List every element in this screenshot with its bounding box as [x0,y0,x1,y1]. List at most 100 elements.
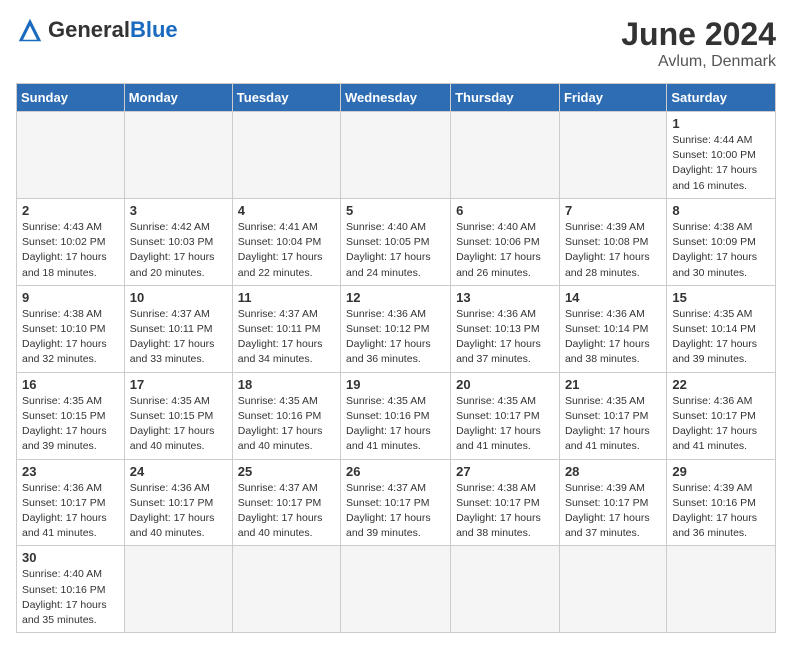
calendar-cell: 27 Sunrise: 4:38 AM Sunset: 10:17 PM Dayl… [451,459,560,546]
calendar-week-row: 30 Sunrise: 4:40 AM Sunset: 10:16 PM Dayl… [17,546,776,633]
day-info: Sunrise: 4:36 AM Sunset: 10:12 PM Daylig… [346,307,445,368]
day-info: Sunrise: 4:38 AM Sunset: 10:09 PM Daylig… [672,220,770,281]
day-info: Sunrise: 4:41 AM Sunset: 10:04 PM Daylig… [238,220,335,281]
calendar-cell: 10 Sunrise: 4:37 AM Sunset: 10:11 PM Dayl… [124,285,232,372]
day-number: 8 [672,203,770,218]
day-number: 27 [456,464,554,479]
day-info: Sunrise: 4:36 AM Sunset: 10:17 PM Daylig… [130,481,227,542]
header-monday: Monday [124,84,232,112]
day-number: 13 [456,290,554,305]
calendar-cell: 28 Sunrise: 4:39 AM Sunset: 10:17 PM Dayl… [559,459,666,546]
day-number: 23 [22,464,119,479]
day-number: 16 [22,377,119,392]
day-number: 3 [130,203,227,218]
day-info: Sunrise: 4:37 AM Sunset: 10:17 PM Daylig… [238,481,335,542]
calendar-cell: 4 Sunrise: 4:41 AM Sunset: 10:04 PM Dayli… [232,198,340,285]
header-thursday: Thursday [451,84,560,112]
calendar-cell: 14Sunrise: 4:36 AM Sunset: 10:14 PM Dayl… [559,285,666,372]
month-title: June 2024 [621,16,776,53]
calendar-cell [451,112,560,199]
day-info: Sunrise: 4:36 AM Sunset: 10:17 PM Daylig… [672,394,770,455]
day-number: 21 [565,377,661,392]
day-number: 1 [672,116,770,131]
calendar-cell: 12 Sunrise: 4:36 AM Sunset: 10:12 PM Dayl… [341,285,451,372]
calendar-week-row: 1 Sunrise: 4:44 AM Sunset: 10:00 PM Dayli… [17,112,776,199]
header-saturday: Saturday [667,84,776,112]
day-info: Sunrise: 4:42 AM Sunset: 10:03 PM Daylig… [130,220,227,281]
calendar-cell [451,546,560,633]
day-number: 5 [346,203,445,218]
day-number: 10 [130,290,227,305]
day-info: Sunrise: 4:36 AM Sunset: 10:13 PM Daylig… [456,307,554,368]
calendar-cell: 16 Sunrise: 4:35 AM Sunset: 10:15 PM Dayl… [17,372,125,459]
calendar-cell: 15 Sunrise: 4:35 AM Sunset: 10:14 PM Dayl… [667,285,776,372]
day-number: 14 [565,290,661,305]
day-number: 24 [130,464,227,479]
day-info: Sunrise: 4:40 AM Sunset: 10:16 PM Daylig… [22,567,119,628]
calendar-cell: 1 Sunrise: 4:44 AM Sunset: 10:00 PM Dayli… [667,112,776,199]
day-info: Sunrise: 4:43 AM Sunset: 10:02 PM Daylig… [22,220,119,281]
day-info: Sunrise: 4:40 AM Sunset: 10:05 PM Daylig… [346,220,445,281]
calendar-week-row: 2Sunrise: 4:43 AM Sunset: 10:02 PM Dayli… [17,198,776,285]
day-info: Sunrise: 4:35 AM Sunset: 10:15 PM Daylig… [22,394,119,455]
day-info: Sunrise: 4:35 AM Sunset: 10:16 PM Daylig… [238,394,335,455]
calendar-cell: 30 Sunrise: 4:40 AM Sunset: 10:16 PM Dayl… [17,546,125,633]
day-info: Sunrise: 4:35 AM Sunset: 10:14 PM Daylig… [672,307,770,368]
calendar-cell [667,546,776,633]
calendar-week-row: 9Sunrise: 4:38 AM Sunset: 10:10 PM Dayli… [17,285,776,372]
calendar-cell [124,546,232,633]
day-number: 19 [346,377,445,392]
day-number: 12 [346,290,445,305]
calendar-cell: 29Sunrise: 4:39 AM Sunset: 10:16 PM Dayl… [667,459,776,546]
calendar-cell: 25Sunrise: 4:37 AM Sunset: 10:17 PM Dayl… [232,459,340,546]
day-number: 17 [130,377,227,392]
calendar-week-row: 23 Sunrise: 4:36 AM Sunset: 10:17 PM Dayl… [17,459,776,546]
day-number: 28 [565,464,661,479]
day-number: 7 [565,203,661,218]
day-info: Sunrise: 4:44 AM Sunset: 10:00 PM Daylig… [672,133,770,194]
calendar-cell: 20Sunrise: 4:35 AM Sunset: 10:17 PM Dayl… [451,372,560,459]
header-wednesday: Wednesday [341,84,451,112]
header-sunday: Sunday [17,84,125,112]
calendar-cell: 5 Sunrise: 4:40 AM Sunset: 10:05 PM Dayli… [341,198,451,285]
day-number: 9 [22,290,119,305]
calendar-cell: 26 Sunrise: 4:37 AM Sunset: 10:17 PM Dayl… [341,459,451,546]
day-number: 20 [456,377,554,392]
calendar-cell: 22 Sunrise: 4:36 AM Sunset: 10:17 PM Dayl… [667,372,776,459]
logo-text: GeneralBlue [48,19,178,41]
calendar-cell [341,546,451,633]
calendar-cell: 21Sunrise: 4:35 AM Sunset: 10:17 PM Dayl… [559,372,666,459]
day-info: Sunrise: 4:37 AM Sunset: 10:11 PM Daylig… [130,307,227,368]
logo-icon [16,16,44,44]
calendar-cell [559,546,666,633]
title-area: June 2024 Avlum, Denmark [621,16,776,71]
day-number: 18 [238,377,335,392]
header-tuesday: Tuesday [232,84,340,112]
calendar-cell: 6Sunrise: 4:40 AM Sunset: 10:06 PM Dayli… [451,198,560,285]
calendar-cell [17,112,125,199]
header-friday: Friday [559,84,666,112]
calendar-cell: 24 Sunrise: 4:36 AM Sunset: 10:17 PM Dayl… [124,459,232,546]
calendar-cell [559,112,666,199]
day-number: 22 [672,377,770,392]
weekday-header-row: Sunday Monday Tuesday Wednesday Thursday… [17,84,776,112]
calendar-cell [232,546,340,633]
calendar-cell [124,112,232,199]
calendar-cell: 11Sunrise: 4:37 AM Sunset: 10:11 PM Dayl… [232,285,340,372]
day-number: 26 [346,464,445,479]
day-number: 30 [22,550,119,565]
day-number: 15 [672,290,770,305]
day-info: Sunrise: 4:37 AM Sunset: 10:11 PM Daylig… [238,307,335,368]
calendar-cell: 9Sunrise: 4:38 AM Sunset: 10:10 PM Dayli… [17,285,125,372]
day-number: 29 [672,464,770,479]
day-number: 4 [238,203,335,218]
calendar-cell: 17Sunrise: 4:35 AM Sunset: 10:15 PM Dayl… [124,372,232,459]
day-info: Sunrise: 4:38 AM Sunset: 10:17 PM Daylig… [456,481,554,542]
calendar-week-row: 16 Sunrise: 4:35 AM Sunset: 10:15 PM Dayl… [17,372,776,459]
calendar-cell: 19Sunrise: 4:35 AM Sunset: 10:16 PM Dayl… [341,372,451,459]
day-number: 6 [456,203,554,218]
day-info: Sunrise: 4:39 AM Sunset: 10:17 PM Daylig… [565,481,661,542]
day-info: Sunrise: 4:37 AM Sunset: 10:17 PM Daylig… [346,481,445,542]
location-title: Avlum, Denmark [621,53,776,71]
calendar-cell: 8 Sunrise: 4:38 AM Sunset: 10:09 PM Dayli… [667,198,776,285]
